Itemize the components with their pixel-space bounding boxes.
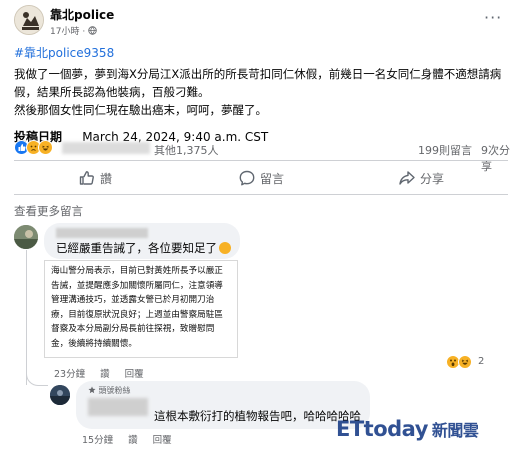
top-fan-label: 頭號粉絲	[98, 386, 131, 395]
comment-text: 已經嚴重告誡了，各位要知足了	[56, 240, 231, 256]
ettoday-watermark: ETtoday 新聞雲	[336, 417, 479, 441]
page-name[interactable]: 靠北police	[50, 6, 114, 23]
post-body: 我做了一個夢，夢到海X分局江X派出所的所長苛扣同仁休假，前幾日一名女同仁身體不適…	[14, 65, 512, 119]
comment-meta: 23分鐘 讚 回覆	[54, 366, 156, 380]
quoted-news-card[interactable]: 海山警分局表示，目前已對黃姓所長予以嚴正 告誡，並提醒應多加關懷所屬同仁，注意領…	[44, 260, 238, 358]
quote-line: 海山警分局表示，目前已對黃姓所長予以嚴正	[51, 266, 223, 276]
post-header: 靠北police 17小時 · ···	[0, 0, 519, 40]
divider	[14, 160, 508, 161]
blurred-commenter-name[interactable]	[88, 398, 148, 416]
comment-count[interactable]: 199則留言	[418, 142, 472, 158]
like-button-label: 讚	[100, 172, 113, 186]
share-arrow-icon	[399, 171, 415, 185]
share-button-label: 分享	[420, 172, 445, 186]
user-photo-icon	[14, 225, 38, 249]
commenter-avatar[interactable]	[14, 225, 38, 249]
reply-comment-like-link[interactable]: 讚	[128, 435, 138, 446]
comment-text-content: 已經嚴重告誡了，各位要知足了	[56, 241, 217, 255]
quoted-news-text: 海山警分局表示，目前已對黃姓所長予以嚴正 告誡，並提醒應多加關懷所屬同仁，注意領…	[51, 264, 233, 351]
page-avatar[interactable]	[14, 5, 44, 35]
globe-icon	[88, 26, 97, 35]
reaction-others-count[interactable]: 其他1,375人	[154, 142, 219, 158]
reply-comment-meta: 15分鐘 讚 回覆	[82, 432, 184, 446]
reaction-summary: 其他1,375人 199則留言 9次分享	[14, 140, 514, 173]
reply-commenter-avatar[interactable]	[50, 385, 70, 405]
post-action-bar: 讚 留言 分享	[14, 164, 508, 192]
comment-reply-link[interactable]: 回覆	[125, 369, 144, 380]
top-fan-badge: 頭號粉絲	[88, 385, 131, 396]
thread-connector-curve	[26, 370, 48, 386]
quote-line: 督察及本分局副分局長前往探視，致贈慰問	[51, 324, 215, 334]
comment-button-label: 留言	[260, 172, 285, 186]
post-body-line: 假，結果所長認為他裝病，百般刁難。	[14, 85, 210, 99]
user-photo-icon	[50, 385, 70, 405]
view-more-comments-link[interactable]: 查看更多留言	[14, 203, 83, 219]
quote-line: 金，後續將持續關懷。	[51, 338, 137, 349]
top-fan-icon	[88, 386, 96, 394]
comment-bubble: 已經嚴重告誡了，各位要知足了	[44, 223, 240, 259]
post-timestamp[interactable]: 17小時 ·	[50, 24, 97, 37]
reply-comment-reply-link[interactable]: 回覆	[153, 435, 172, 446]
police-logo-icon	[15, 6, 43, 34]
quote-line: 告誡，並提醒應多加關懷所屬同仁，注意領導	[51, 280, 223, 291]
blurred-reactor-names	[62, 142, 150, 154]
reply-comment-time[interactable]: 15分鐘	[82, 435, 113, 446]
quote-line: 療，目前復原狀況良好；上週並由警察局駐區	[51, 309, 223, 320]
comment-reaction-summary[interactable]: 2	[446, 355, 492, 371]
post-hashtag[interactable]: #靠北police9358	[14, 44, 114, 61]
blurred-commenter-name[interactable]	[56, 228, 148, 238]
thumbs-up-icon	[79, 171, 94, 185]
post-body-line: 我做了一個夢，夢到海X分局江X派出所的所長苛扣同仁休假，前幾日一名女同仁身體不適…	[14, 67, 502, 81]
haha-reaction-icon	[458, 355, 472, 369]
reply-comment-bubble: 頭號粉絲 這根本敷衍打的植物報告吧，哈哈哈哈哈	[76, 381, 370, 429]
post-body-line: 然後那個女性同仁現在驗出癌末，呵呵，夢醒了。	[14, 103, 267, 117]
more-options-button[interactable]: ···	[484, 8, 502, 27]
grimace-emoji-icon	[219, 242, 231, 254]
reply-comment-text: 這根本敷衍打的植物報告吧，哈哈哈哈哈	[154, 409, 361, 423]
thread-connector-line	[26, 250, 27, 385]
haha-reaction-icon[interactable]	[38, 140, 53, 155]
post-time-text: 17小時 ·	[50, 27, 86, 37]
quote-line: 管理溝通技巧，並透露女警已於月初開刀治	[51, 295, 215, 305]
comment-time[interactable]: 23分鐘	[54, 369, 85, 380]
watermark-brand: ETtoday	[336, 417, 428, 441]
speech-bubble-icon	[239, 170, 255, 186]
divider	[14, 194, 508, 195]
comment-reaction-count: 2	[478, 356, 485, 367]
watermark-suffix: 新聞雲	[431, 421, 479, 440]
comment-like-link[interactable]: 讚	[100, 369, 110, 380]
